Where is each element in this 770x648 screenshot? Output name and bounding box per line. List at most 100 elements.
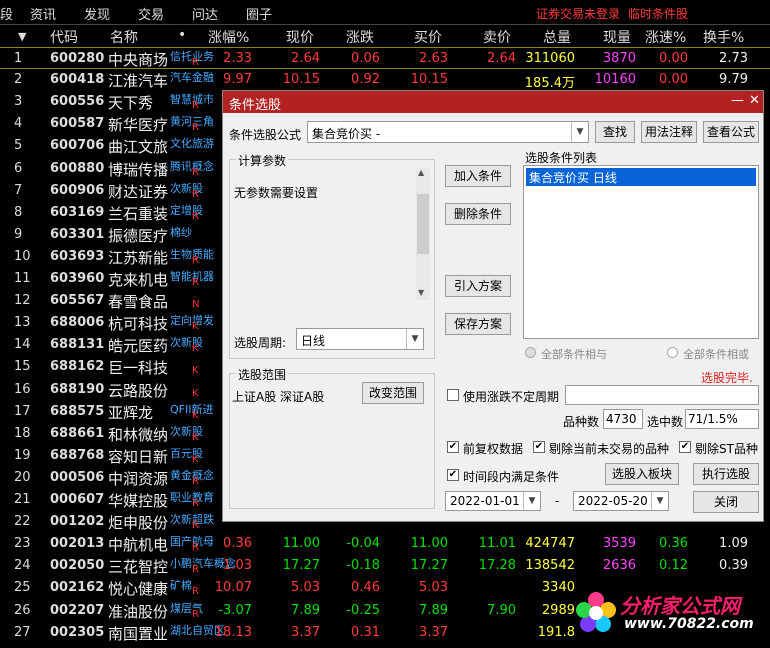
condition-list[interactable]: 集合竞价买 日线 bbox=[523, 165, 759, 339]
cell-sell: 7.90 bbox=[487, 602, 516, 618]
col-dot: • bbox=[178, 27, 187, 43]
radio-or[interactable] bbox=[667, 347, 678, 358]
cell-cur: 3870 bbox=[602, 51, 636, 66]
stock-name: 炬申股份 bbox=[108, 514, 169, 533]
table-row[interactable]: 1 600280 中央商场 信托业务 R 2.33 2.64 0.06 2.63 2.64 3110… bbox=[0, 47, 770, 69]
row-number: 23 bbox=[14, 536, 31, 552]
stock-flag: R bbox=[192, 564, 199, 576]
stock-flag: N bbox=[192, 299, 200, 311]
col-current[interactable]: 现量 bbox=[603, 27, 631, 47]
col-code[interactable]: 代码 bbox=[50, 27, 78, 47]
to-block-button[interactable]: 选股入板块 bbox=[605, 463, 679, 485]
stock-flag: K bbox=[192, 343, 199, 355]
time-checkbox[interactable]: ✔ bbox=[447, 469, 459, 481]
import-plan-button[interactable]: 引入方案 bbox=[445, 275, 511, 297]
stock-picker-dialog: 条件选股 — ✕ 条件选股公式 集合竞价买 - ▼ 查找 用法注释 查看公式 计… bbox=[222, 90, 764, 522]
close-button[interactable]: 关闭 bbox=[693, 491, 759, 513]
period-input[interactable] bbox=[565, 385, 759, 405]
flower-icon bbox=[576, 592, 616, 632]
st-checkbox[interactable]: ✔ bbox=[679, 441, 691, 453]
table-row[interactable]: 24 002050 三花智控 小鹏汽车概念 R 1.03 17.27 -0.18 17.27 17… bbox=[0, 555, 770, 577]
usage-button[interactable]: 用法注释 bbox=[641, 121, 697, 143]
execute-button[interactable]: 执行选股 bbox=[693, 463, 759, 485]
sort-icon[interactable]: ▼ bbox=[18, 30, 26, 43]
chevron-down-icon[interactable]: ▼ bbox=[523, 492, 540, 510]
save-plan-button[interactable]: 保存方案 bbox=[445, 313, 511, 335]
stock-code: 688162 bbox=[50, 359, 105, 375]
col-price[interactable]: 现价 bbox=[286, 27, 314, 47]
table-row[interactable]: 23 002013 中航机电 国产航母 R 0.36 11.00 -0.04 11.00 11.0… bbox=[0, 533, 770, 555]
row-number: 9 bbox=[14, 226, 23, 242]
stock-flag: R bbox=[192, 586, 199, 598]
col-volume[interactable]: 总量 bbox=[543, 27, 571, 47]
cell-buy: 17.27 bbox=[410, 558, 448, 574]
stock-code: 001202 bbox=[50, 514, 105, 530]
change-range-button[interactable]: 改变范围 bbox=[362, 382, 424, 404]
menu-item-ask[interactable]: 问达 bbox=[192, 4, 218, 23]
stock-code: 600880 bbox=[50, 160, 105, 176]
table-row[interactable]: 2 600418 江淮汽车 汽车金融 9.97 10.15 0.92 10.15 185.4万 1… bbox=[0, 69, 770, 91]
menu-item-trade[interactable]: 交易 bbox=[138, 4, 164, 23]
count-label: 品种数 bbox=[563, 415, 600, 429]
date-from[interactable]: 2022-01-01 ▼ bbox=[445, 491, 541, 511]
date-to[interactable]: 2022-05-20 ▼ bbox=[573, 491, 669, 511]
find-button[interactable]: 查找 bbox=[595, 121, 635, 143]
stock-flag: R bbox=[192, 542, 199, 554]
row-number: 20 bbox=[14, 469, 31, 485]
menu-item-discover[interactable]: 发现 bbox=[84, 4, 110, 23]
minimize-icon[interactable]: — bbox=[731, 93, 744, 108]
cell-speed: 0.36 bbox=[659, 536, 688, 552]
time-label: 时间段内满足条件 bbox=[463, 470, 560, 484]
radio-and[interactable] bbox=[525, 347, 536, 358]
cell-price: 2.64 bbox=[291, 51, 320, 66]
chevron-down-icon[interactable]: ▼ bbox=[651, 492, 668, 510]
col-name[interactable]: 名称 bbox=[110, 27, 138, 47]
stock-code: 002305 bbox=[50, 624, 105, 640]
stock-name: 兰石重装 bbox=[108, 204, 169, 223]
stock-name: 天下秀 bbox=[108, 94, 154, 113]
col-pct[interactable]: 涨幅% bbox=[208, 27, 249, 47]
stock-name: 中央商场 bbox=[108, 51, 169, 69]
period-label: 选股周期: bbox=[234, 336, 287, 350]
col-speed[interactable]: 涨速% bbox=[645, 27, 686, 47]
row-number: 4 bbox=[14, 116, 23, 132]
login-warning[interactable]: 证券交易未登录 bbox=[536, 5, 620, 22]
stock-name: 振德医疗 bbox=[108, 226, 169, 245]
fq-checkbox[interactable]: ✔ bbox=[447, 441, 459, 453]
chevron-down-icon[interactable]: ▼ bbox=[406, 329, 423, 349]
use-period-label: 使用涨跌不定周期 bbox=[463, 390, 560, 404]
row-number: 13 bbox=[14, 315, 31, 331]
row-number: 25 bbox=[14, 580, 31, 596]
params-scrollbar[interactable]: ▲ ▼ bbox=[416, 168, 430, 300]
cell-price: 11.00 bbox=[282, 536, 320, 552]
menu-item-news[interactable]: 资讯 bbox=[30, 4, 56, 23]
condition-list-item[interactable]: 集合竞价买 日线 bbox=[526, 168, 756, 186]
stock-code: 605567 bbox=[50, 293, 105, 309]
temp-stock-label[interactable]: 临时条件股 bbox=[628, 5, 688, 22]
stock-flag: R bbox=[192, 277, 199, 288]
row-number: 11 bbox=[14, 271, 31, 286]
chevron-down-icon[interactable]: ▼ bbox=[571, 122, 588, 142]
menu-item-circle[interactable]: 圈子 bbox=[246, 4, 272, 23]
col-buy[interactable]: 买价 bbox=[414, 27, 442, 47]
col-change[interactable]: 涨跌 bbox=[346, 27, 374, 47]
sector-tag: 棉纱 bbox=[170, 225, 192, 239]
view-formula-button[interactable]: 查看公式 bbox=[703, 121, 759, 143]
stock-flag: R bbox=[192, 608, 199, 620]
cell-cur: 3539 bbox=[602, 536, 636, 552]
close-icon[interactable]: ✕ bbox=[749, 93, 760, 108]
delete-condition-button[interactable]: 删除条件 bbox=[445, 203, 511, 225]
menu-item-partial[interactable]: 段 bbox=[0, 4, 13, 23]
row-number: 17 bbox=[14, 403, 31, 419]
col-turnover[interactable]: 换手% bbox=[703, 27, 744, 47]
period-select[interactable]: 日线 ▼ bbox=[296, 328, 424, 350]
date-dash: - bbox=[555, 494, 560, 508]
row-number: 15 bbox=[14, 359, 31, 375]
stock-code: 002162 bbox=[50, 580, 105, 596]
add-condition-button[interactable]: 加入条件 bbox=[445, 165, 511, 187]
use-period-checkbox[interactable] bbox=[447, 389, 459, 401]
exclude-checkbox[interactable]: ✔ bbox=[533, 441, 545, 453]
stock-name: 南国置业 bbox=[108, 624, 169, 643]
col-sell[interactable]: 卖价 bbox=[483, 27, 511, 47]
formula-select[interactable]: 集合竞价买 - ▼ bbox=[307, 121, 589, 143]
